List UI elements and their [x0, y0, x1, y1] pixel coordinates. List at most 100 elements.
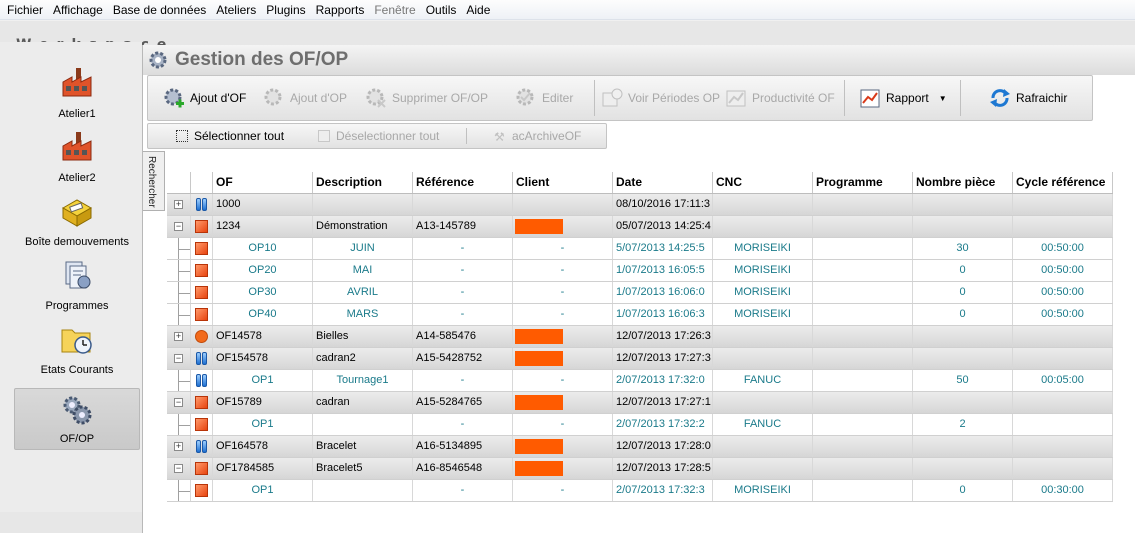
menu-ateliers[interactable]: Ateliers	[211, 0, 261, 20]
nav-label: Programmes	[45, 300, 109, 312]
col-cycle-reference-header[interactable]: Cycle référence	[1013, 172, 1113, 193]
col-nombre-piece-cell	[913, 436, 1013, 457]
col-description-header[interactable]: Description	[313, 172, 413, 193]
menu-affichage[interactable]: Affichage	[48, 0, 108, 20]
productivite-button[interactable]: Productivité OF	[724, 76, 835, 120]
op-row[interactable]: OP40 MARS - -1/07/2013 16:06:3 MORISEIKI 0 00:…	[167, 304, 1113, 326]
op-row[interactable]: OP1 Tournage1- -2/07/2013 17:32:0 FANUC 50 00…	[167, 370, 1113, 392]
expander-cell	[167, 260, 191, 281]
col-date-cell: 12/07/2013 17:26:3	[613, 326, 713, 347]
op-row[interactable]: OP1- -2/07/2013 17:32:3 MORISEIKI 0 00:30:00	[167, 480, 1113, 502]
col-description-cell: MAI	[313, 260, 413, 281]
expander-cell	[167, 304, 191, 325]
col-cycle-reference-cell: 00:50:00	[1013, 260, 1113, 281]
expand-icon[interactable]: +	[174, 442, 183, 451]
col-date-cell: 2/07/2013 17:32:0	[613, 370, 713, 391]
editer-button[interactable]: Editer	[514, 76, 573, 120]
menu-fenetre[interactable]: Fenêtre	[369, 0, 420, 20]
menu-outils[interactable]: Outils	[421, 0, 462, 20]
ajout-of-button[interactable]: Ajout d'OF	[162, 76, 246, 120]
chart-icon	[724, 86, 748, 110]
col-cnc-cell: MORISEIKI	[713, 282, 813, 303]
ajout-of-label: Ajout d'OF	[190, 91, 247, 105]
of-row[interactable]: − OF154578 cadran2 A15-5428752 12/07/2013 17…	[167, 348, 1113, 370]
collapse-icon[interactable]: −	[174, 222, 183, 231]
delete-gear-icon	[364, 86, 388, 110]
col-programme-header[interactable]: Programme	[813, 172, 913, 193]
col-client-cell: -	[513, 370, 613, 391]
of-row[interactable]: + OF14578 Bielles A14-585476 12/07/2013 17:2…	[167, 326, 1113, 348]
collapse-icon[interactable]: −	[174, 464, 183, 473]
search-side-tab[interactable]: Rechercher	[143, 151, 165, 211]
col-of-header[interactable]: OF	[213, 172, 313, 193]
rapport-button[interactable]: Rapport ▼	[858, 76, 947, 120]
nav-item-of-op[interactable]: OF/OP	[14, 388, 140, 450]
op-row[interactable]: OP20 MAI - -1/07/2013 16:05:5 MORISEIKI 0 00:5…	[167, 260, 1113, 282]
nav-label: Etats Courants	[40, 364, 114, 376]
collapse-icon[interactable]: −	[174, 398, 183, 407]
of-row[interactable]: − OF15789 cadran A15-5284765 12/07/2013 17:2…	[167, 392, 1113, 414]
col-date-cell: 12/07/2013 17:28:5	[613, 458, 713, 479]
nav-label: Atelier1	[58, 108, 96, 120]
of-row[interactable]: − OF1784585 Bracelet5 A16-8546548 12/07/2013…	[167, 458, 1113, 480]
col-cnc-header[interactable]: CNC	[713, 172, 813, 193]
col-nombre-piece-cell: 50	[913, 370, 1013, 391]
toolbar-separator	[594, 80, 595, 116]
deselect-all-button[interactable]: Déselectionner tout	[318, 124, 439, 148]
tree-line	[178, 249, 190, 250]
status-icon-cell	[191, 370, 213, 391]
col-date-cell: 05/07/2013 14:25:4	[613, 216, 713, 237]
expand-icon[interactable]: +	[174, 200, 183, 209]
chevron-down-icon[interactable]: ▼	[939, 94, 947, 103]
nav-item-boite-demouvements[interactable]: Boîte demouvements	[14, 190, 140, 252]
col-programme-cell	[813, 326, 913, 347]
menu-aide[interactable]: Aide	[461, 0, 495, 20]
blue-status-icon	[195, 352, 208, 365]
collapse-icon[interactable]: −	[174, 354, 183, 363]
op-row[interactable]: OP10 JUIN - -5/07/2013 14:25:5 MORISEIKI 30 00…	[167, 238, 1113, 260]
ajout-op-button[interactable]: Ajout d'OP	[262, 76, 347, 120]
menu-plugins[interactable]: Plugins	[261, 0, 310, 20]
archive-button[interactable]: ⚒ acArchiveOF	[494, 124, 581, 148]
col-programme-cell	[813, 194, 913, 215]
rafraichir-button[interactable]: Rafraichir	[988, 76, 1067, 120]
blue-status-icon	[195, 440, 208, 453]
col-client-header[interactable]: Client	[513, 172, 613, 193]
of-row[interactable]: − 1234 Démonstration A13-145789 05/07/2013 1…	[167, 216, 1113, 238]
col-nombre-piece-cell	[913, 216, 1013, 237]
col-date-header[interactable]: Date	[613, 172, 713, 193]
status-icon-cell	[191, 304, 213, 325]
nav-item-programmes[interactable]: Programmes	[14, 254, 140, 316]
col-reference-header[interactable]: Référence	[413, 172, 513, 193]
op-row[interactable]: OP1- -2/07/2013 17:32:2 FANUC 2	[167, 414, 1113, 436]
col-cycle-reference-cell: 00:05:00	[1013, 370, 1113, 391]
col-description-cell: cadran	[313, 392, 413, 413]
expand-icon[interactable]: +	[174, 332, 183, 341]
menu-rapports[interactable]: Rapports	[311, 0, 370, 20]
col-description-cell: AVRIL	[313, 282, 413, 303]
expander-cell: +	[167, 436, 191, 457]
menu-bar: Fichier Affichage Base de données Atelie…	[0, 0, 1135, 20]
col-programme-cell	[813, 370, 913, 391]
factory-icon	[62, 132, 92, 161]
col-cycle-reference-cell	[1013, 348, 1113, 369]
voir-periodes-button[interactable]: Voir Périodes OP	[600, 76, 720, 120]
of-row[interactable]: +1000 08/10/2016 17:11:3	[167, 194, 1113, 216]
op-row[interactable]: OP30 AVRIL - -1/07/2013 16:06:0 MORISEIKI 0 00…	[167, 282, 1113, 304]
rapport-label: Rapport	[886, 91, 929, 105]
nav-item-etats-courants[interactable]: Etats Courants	[14, 318, 140, 380]
menu-base-de-donnees[interactable]: Base de données	[108, 0, 211, 20]
menu-fichier[interactable]: Fichier	[2, 0, 48, 20]
expander-cell: −	[167, 458, 191, 479]
folder-clock-icon	[61, 329, 92, 354]
of-row[interactable]: + OF164578 Bracelet A16-5134895 12/07/2013 1…	[167, 436, 1113, 458]
main-panel: Gestion des OF/OP Ajout d'OF Ajout d'OP …	[142, 45, 1135, 533]
col-of-cell: OP1	[213, 370, 313, 391]
client-redacted	[515, 351, 563, 366]
nav-item-atelier1[interactable]: Atelier1	[14, 62, 140, 124]
select-all-button[interactable]: Sélectionner tout	[176, 124, 284, 148]
nav-item-atelier2[interactable]: Atelier2	[14, 126, 140, 188]
col-nombre-piece-header[interactable]: Nombre pièce	[913, 172, 1013, 193]
col-client-cell	[513, 216, 613, 237]
supprimer-button[interactable]: Supprimer OF/OP	[364, 76, 488, 120]
